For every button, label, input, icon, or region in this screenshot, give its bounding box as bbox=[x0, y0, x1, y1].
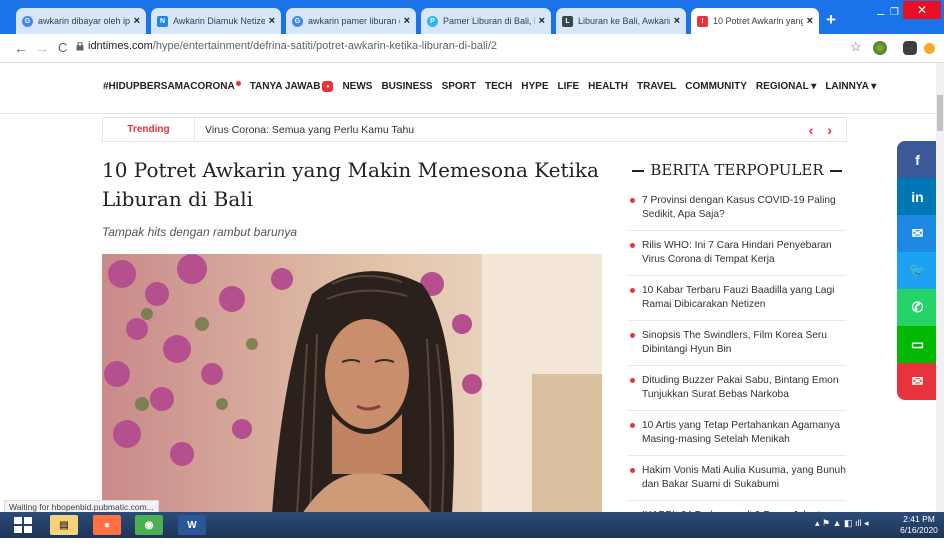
email-icon[interactable]: ✉ bbox=[897, 363, 938, 400]
photo-illustration bbox=[102, 254, 602, 514]
nav-item-health[interactable]: HEALTH bbox=[588, 81, 628, 92]
address-bar[interactable]: idntimes.com/hype/entertainment/defrina-… bbox=[88, 40, 497, 52]
popular-item[interactable]: Rilis WHO: Ini 7 Cara Hindari Penyebaran… bbox=[628, 231, 846, 276]
clock-time: 2:41 PM bbox=[903, 514, 935, 524]
close-tab-icon[interactable]: × bbox=[404, 15, 410, 27]
maximize-icon[interactable]: ❐ bbox=[890, 7, 899, 18]
page-scrollbar[interactable] bbox=[936, 63, 944, 512]
browser-toolbar: ← → C idntimes.com/hype/entertainment/de… bbox=[0, 34, 944, 63]
google-icon: G bbox=[292, 15, 303, 27]
heading-dash bbox=[829, 170, 842, 172]
windows-start-icon[interactable] bbox=[8, 515, 38, 535]
close-tab-icon[interactable]: × bbox=[539, 15, 545, 27]
heading-dash bbox=[632, 170, 645, 172]
browser-tab[interactable]: G awkarin dibayar oleh ip… × bbox=[16, 8, 146, 34]
firefox-icon[interactable]: ● bbox=[93, 515, 121, 535]
minimize-icon[interactable]: – bbox=[877, 6, 884, 21]
browser-tab[interactable]: G awkarin pamer liburan di… × bbox=[286, 8, 416, 34]
idn-icon: ! bbox=[697, 15, 708, 27]
news-icon: N bbox=[157, 15, 168, 27]
nav-item-lainnya[interactable]: LAINNYA ▾ bbox=[825, 81, 876, 92]
facebook-icon[interactable]: f bbox=[897, 141, 938, 178]
trending-headline[interactable]: Virus Corona: Semua yang Perlu Kamu Tahu bbox=[195, 124, 809, 136]
url-path: /hype/entertainment/defrina-satiti/potre… bbox=[152, 40, 498, 52]
tab-title: awkarin pamer liburan di… bbox=[308, 16, 400, 26]
close-tab-icon[interactable]: × bbox=[134, 15, 140, 27]
url-host: idntimes.com bbox=[88, 40, 153, 52]
popular-list: 7 Provinsi dengan Kasus COVID-19 Paling … bbox=[628, 186, 846, 545]
file-explorer-icon[interactable]: ▤ bbox=[50, 515, 78, 535]
linkedin-icon[interactable]: in bbox=[897, 178, 938, 215]
chat-badge-icon: • bbox=[322, 81, 334, 92]
nav-item-tech[interactable]: TECH bbox=[485, 81, 512, 92]
clock-date: 6/16/2020 bbox=[900, 525, 938, 535]
messenger-icon[interactable]: ✉ bbox=[897, 215, 938, 252]
scrollbar-thumb[interactable] bbox=[937, 95, 943, 131]
google-icon: G bbox=[22, 15, 33, 27]
tab-title: 10 Potret Awkarin yang… bbox=[713, 16, 803, 26]
tab-title: Liburan ke Bali, Awkarin… bbox=[578, 16, 670, 26]
chrome-icon[interactable]: ◉ bbox=[135, 515, 163, 535]
lock-icon[interactable] bbox=[76, 42, 84, 51]
popular-heading: BERITA TERPOPULER bbox=[624, 161, 850, 179]
profile-icon[interactable] bbox=[924, 43, 935, 54]
chevron-right-icon[interactable]: › bbox=[827, 122, 832, 138]
popular-item[interactable]: Hakim Vonis Mati Aulia Kusuma, yang Bunu… bbox=[628, 456, 846, 501]
popular-item[interactable]: 7 Provinsi dengan Kasus COVID-19 Paling … bbox=[628, 186, 846, 231]
word-icon[interactable]: W bbox=[178, 515, 206, 535]
close-window-icon[interactable]: ✕ bbox=[903, 1, 941, 19]
close-tab-icon[interactable]: × bbox=[269, 15, 275, 27]
nav-item-community[interactable]: COMMUNITY bbox=[685, 81, 747, 92]
browser-tab[interactable]: P Pamer Liburan di Bali, N… × bbox=[421, 8, 551, 34]
browser-tab[interactable]: L Liburan ke Bali, Awkarin… × bbox=[556, 8, 686, 34]
whatsapp-icon[interactable]: ✆ bbox=[897, 289, 938, 326]
tab-title: awkarin dibayar oleh ip… bbox=[38, 16, 130, 26]
extension-icon[interactable] bbox=[903, 41, 917, 55]
nav-item-travel[interactable]: TRAVEL bbox=[637, 81, 676, 92]
tab-title: Pamer Liburan di Bali, N… bbox=[443, 16, 535, 26]
close-tab-icon[interactable]: × bbox=[807, 15, 813, 27]
extension-icon[interactable] bbox=[873, 41, 887, 55]
twitter-icon[interactable]: 🐦 bbox=[897, 252, 938, 289]
nav-item-business[interactable]: BUSINESS bbox=[381, 81, 432, 92]
nav-item-hidupbersamacorona[interactable]: #HIDUPBERSAMACORONA bbox=[103, 81, 241, 92]
forward-icon[interactable]: → bbox=[35, 40, 49, 56]
taskbar-clock[interactable]: 2:41 PM 6/16/2020 bbox=[897, 514, 941, 536]
live-dot-icon bbox=[235, 81, 241, 86]
nav-item-life[interactable]: LIFE bbox=[558, 81, 580, 92]
new-tab-icon[interactable]: + bbox=[826, 10, 836, 30]
popular-item[interactable]: Sinopsis The Swindlers, Film Korea Seru … bbox=[628, 321, 846, 366]
reload-icon[interactable]: C bbox=[58, 40, 67, 55]
windows-taskbar: ▤ ● ◉ W ▴ ⚑ ▲ ◧ ıll ◂ 2:41 PM 6/16/2020 bbox=[0, 512, 944, 538]
system-tray-icons[interactable]: ▴ ⚑ ▲ ◧ ıll ◂ bbox=[815, 518, 869, 529]
news-icon: L bbox=[562, 15, 573, 27]
nav-item-regional[interactable]: REGIONAL ▾ bbox=[756, 81, 816, 92]
popular-item[interactable]: 10 Artis yang Tetap Pertahankan Agamanya… bbox=[628, 411, 846, 456]
popular-item[interactable]: 10 Kabar Terbaru Fauzi Baadilla yang Lag… bbox=[628, 276, 846, 321]
share-bar: f in ✉ 🐦 ✆ ▭ ✉ bbox=[897, 141, 938, 400]
article-title: 10 Potret Awkarin yang Makin Memesona Ke… bbox=[102, 158, 599, 211]
popular-item[interactable]: Dituding Buzzer Pakai Sabu, Bintang Emon… bbox=[628, 366, 846, 411]
nav-divider bbox=[0, 113, 936, 114]
article-photo bbox=[102, 254, 602, 514]
bookmark-star-icon[interactable]: ☆ bbox=[850, 39, 862, 55]
chevron-left-icon[interactable]: ‹ bbox=[809, 122, 814, 138]
back-icon[interactable]: ← bbox=[14, 40, 28, 56]
nav-item-sport[interactable]: SPORT bbox=[442, 81, 476, 92]
nav-item-news[interactable]: NEWS bbox=[342, 81, 372, 92]
news-icon: P bbox=[427, 15, 438, 27]
trending-label: Trending bbox=[103, 118, 195, 141]
article-subtitle: Tampak hits dengan rambut barunya bbox=[102, 225, 298, 239]
browser-tab[interactable]: N Awkarin Diamuk Netizen… × bbox=[151, 8, 281, 34]
trending-bar: Trending Virus Corona: Semua yang Perlu … bbox=[102, 117, 847, 142]
nav-item-tanya-jawab[interactable]: TANYA JAWAB • bbox=[250, 81, 334, 92]
browser-tab-active[interactable]: ! 10 Potret Awkarin yang… × bbox=[691, 8, 819, 34]
site-navigation: #HIDUPBERSAMACORONA TANYA JAWAB • NEWS BU… bbox=[103, 81, 876, 92]
line-icon[interactable]: ▭ bbox=[897, 326, 938, 363]
browser-tab-strip: G awkarin dibayar oleh ip… × N Awkarin D… bbox=[0, 0, 944, 34]
tab-title: Awkarin Diamuk Netizen… bbox=[173, 16, 265, 26]
close-tab-icon[interactable]: × bbox=[674, 15, 680, 27]
nav-item-hype[interactable]: HYPE bbox=[521, 81, 548, 92]
